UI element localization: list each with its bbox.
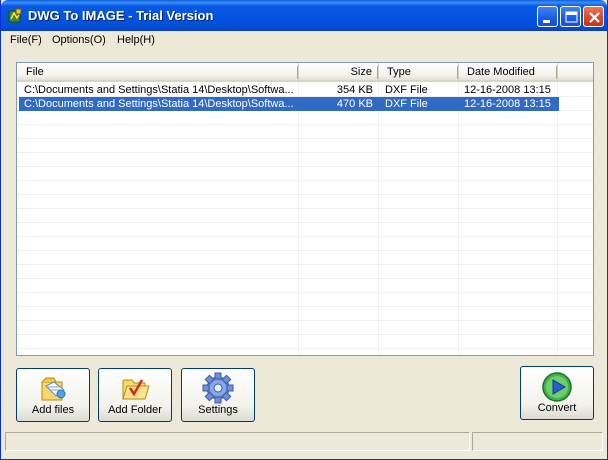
grid-row-line bbox=[17, 264, 593, 265]
main-window: DWG To IMAGE - Trial Version File(F) Opt… bbox=[0, 0, 608, 460]
grid-row-line bbox=[17, 292, 593, 293]
cell-file: C:\Documents and Settings\Statia 14\Desk… bbox=[24, 98, 294, 110]
grid-row-line bbox=[17, 250, 593, 251]
add-folder-icon bbox=[122, 379, 150, 400]
grid-row-line bbox=[17, 222, 593, 223]
file-list[interactable]: File Size Type Date Modified C:\Document… bbox=[16, 62, 594, 356]
menu-bar: File(F) Options(O) Help(H) bbox=[2, 31, 606, 49]
menu-help[interactable]: Help(H) bbox=[117, 33, 155, 47]
menu-file[interactable]: File(F) bbox=[10, 33, 42, 47]
title-bar[interactable]: DWG To IMAGE - Trial Version bbox=[1, 0, 607, 31]
grid-row-line bbox=[17, 152, 593, 153]
column-header-date-modified[interactable]: Date Modified bbox=[459, 63, 558, 82]
convert-button[interactable]: Convert bbox=[520, 366, 594, 420]
add-folder-button[interactable]: Add Folder bbox=[98, 368, 172, 422]
column-header-type[interactable]: Type bbox=[379, 63, 459, 82]
gear-icon bbox=[202, 372, 234, 404]
cell-size: 354 KB bbox=[336, 84, 373, 96]
status-pane-secondary bbox=[472, 432, 603, 451]
menu-options[interactable]: Options(O) bbox=[52, 33, 106, 47]
list-header: File Size Type Date Modified bbox=[17, 63, 593, 82]
grid-row-line bbox=[17, 208, 593, 209]
grid-row-line bbox=[17, 236, 593, 237]
close-button[interactable] bbox=[583, 6, 604, 27]
cell-size: 470 KB bbox=[336, 98, 373, 110]
grid-row-line bbox=[17, 166, 593, 167]
grid-row-line bbox=[17, 180, 593, 181]
settings-label: Settings bbox=[198, 404, 238, 416]
play-icon bbox=[542, 372, 572, 402]
window-title: DWG To IMAGE - Trial Version bbox=[28, 8, 214, 23]
cell-file: C:\Documents and Settings\Statia 14\Desk… bbox=[24, 84, 294, 96]
status-pane-main bbox=[5, 432, 470, 451]
grid-row-line bbox=[17, 194, 593, 195]
cell-date-modified: 12-16-2008 13:15 bbox=[464, 84, 551, 96]
app-icon bbox=[8, 8, 22, 23]
grid-row-line bbox=[17, 348, 593, 349]
table-row-selected[interactable]: C:\Documents and Settings\Statia 14\Desk… bbox=[19, 97, 559, 111]
minimize-icon bbox=[543, 20, 550, 23]
cell-type: DXF File bbox=[385, 84, 428, 96]
add-files-label: Add files bbox=[31, 404, 75, 416]
add-files-button[interactable]: Add files bbox=[16, 368, 90, 422]
cell-date-modified: 12-16-2008 13:15 bbox=[464, 98, 551, 110]
add-file-icon bbox=[41, 377, 66, 401]
grid-row-line bbox=[17, 124, 593, 125]
table-row[interactable]: C:\Documents and Settings\Statia 14\Desk… bbox=[19, 83, 559, 97]
grid-lines bbox=[17, 82, 593, 355]
grid-row-line bbox=[17, 278, 593, 279]
status-bar bbox=[2, 430, 606, 452]
grid-row-line bbox=[17, 334, 593, 335]
maximize-icon bbox=[565, 11, 578, 23]
settings-button[interactable]: Settings bbox=[181, 368, 255, 422]
column-header-size[interactable]: Size bbox=[299, 63, 379, 82]
grid-row-line bbox=[17, 138, 593, 139]
add-folder-label: Add Folder bbox=[108, 404, 162, 416]
grid-row-line bbox=[17, 306, 593, 307]
grid-row-line bbox=[17, 320, 593, 321]
minimize-button[interactable] bbox=[537, 6, 558, 27]
column-header-file[interactable]: File bbox=[17, 63, 299, 82]
maximize-button[interactable] bbox=[560, 6, 581, 27]
convert-label: Convert bbox=[537, 402, 577, 414]
cell-type: DXF File bbox=[385, 98, 428, 110]
close-icon bbox=[589, 12, 600, 23]
